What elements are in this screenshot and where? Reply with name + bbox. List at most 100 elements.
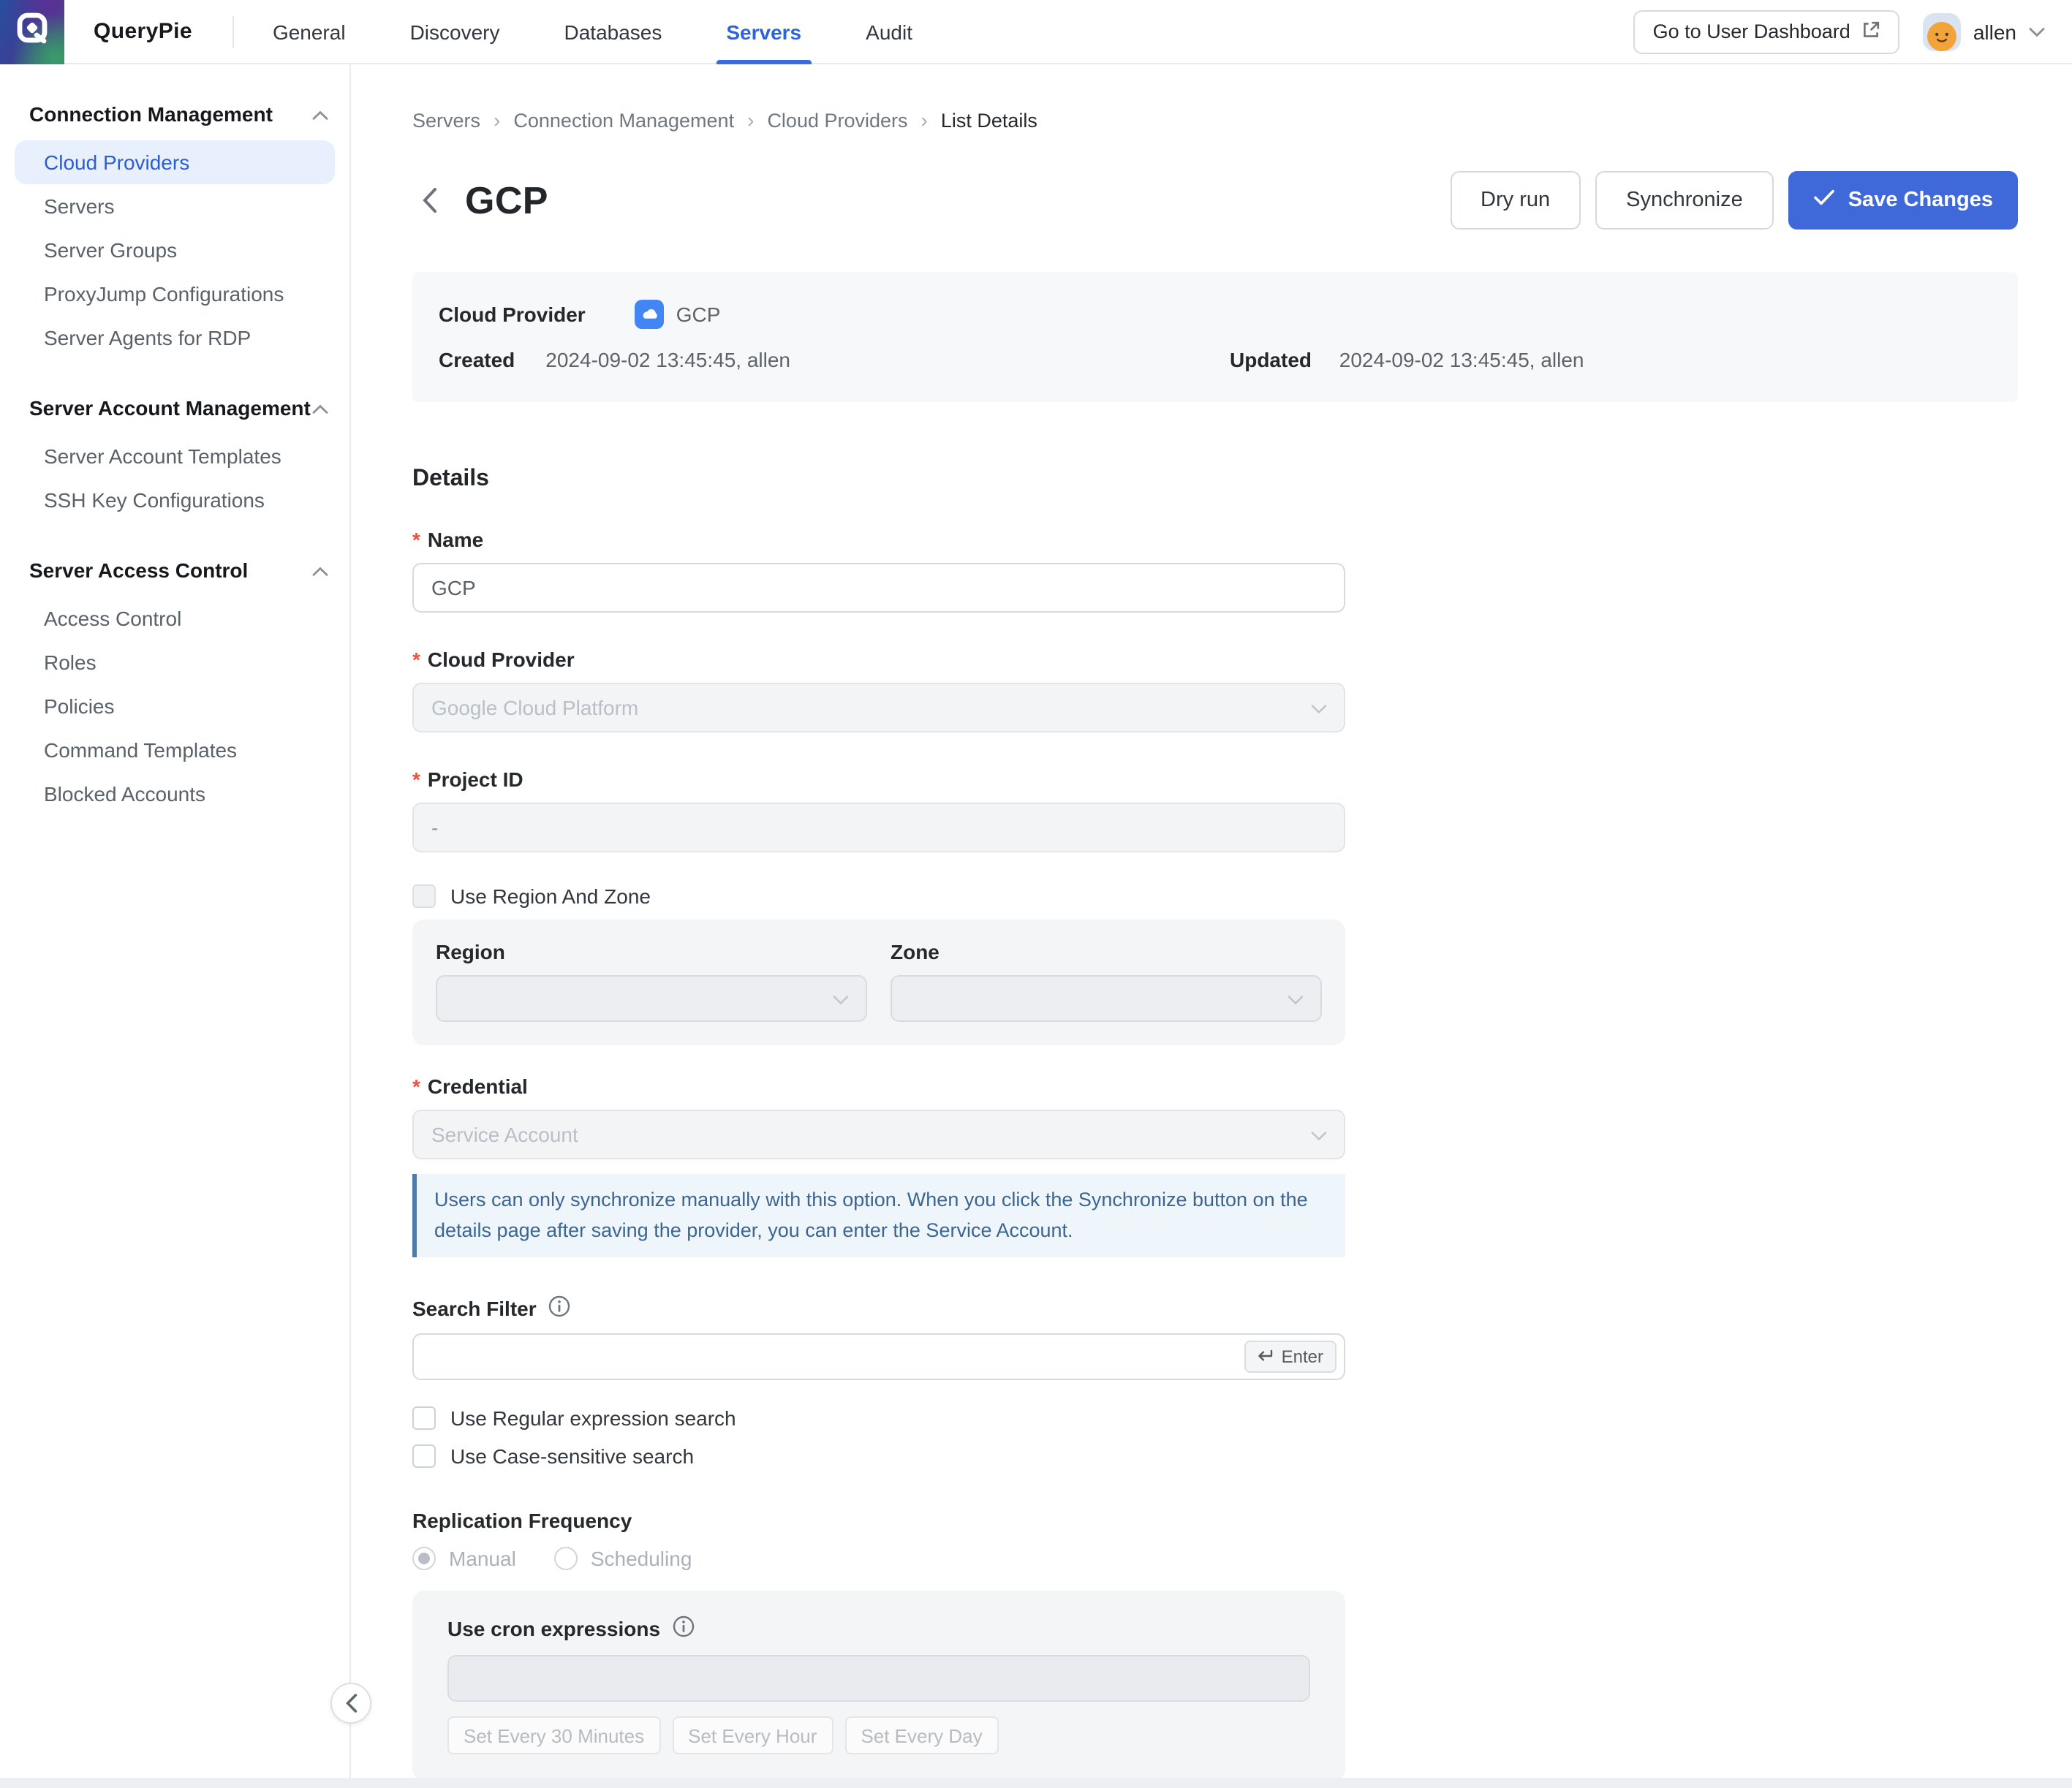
- querypie-logo[interactable]: [0, 0, 64, 64]
- sidebar-item-blocked-accounts[interactable]: Blocked Accounts: [15, 772, 335, 816]
- summary-created-label: Created: [439, 348, 515, 371]
- set-every-30-minutes-button: Set Every 30 Minutes: [447, 1716, 660, 1754]
- sidebar-item-servers[interactable]: Servers: [15, 184, 335, 228]
- sidebar-item-policies[interactable]: Policies: [15, 684, 335, 728]
- breadcrumb-list-details: List Details: [941, 109, 1037, 131]
- credential-note: Users can only synchronize manually with…: [412, 1174, 1345, 1257]
- cloud-provider-label: * Cloud Provider: [412, 648, 1345, 671]
- info-icon[interactable]: [548, 1295, 570, 1322]
- sidebar-item-server-account-templates[interactable]: Server Account Templates: [15, 434, 335, 478]
- use-region-zone-row: Use Region And Zone: [412, 884, 1345, 908]
- save-changes-button[interactable]: Save Changes: [1788, 171, 2018, 230]
- breadcrumb-separator: ›: [494, 108, 500, 132]
- sidebar-header-label: Server Access Control: [29, 558, 248, 582]
- sidebar-collapse-button[interactable]: [330, 1683, 371, 1724]
- regex-search-label: Use Regular expression search: [450, 1406, 736, 1430]
- credential-label: * Credential: [412, 1075, 1345, 1098]
- summary-provider-row: Cloud Provider GCP: [439, 300, 1992, 329]
- search-filter-input[interactable]: [412, 1333, 1345, 1380]
- enter-hint-badge: Enter: [1245, 1341, 1336, 1373]
- required-asterisk: *: [412, 648, 420, 671]
- credential-select-value: Service Account: [431, 1123, 578, 1146]
- radio-unselected-icon: [554, 1547, 578, 1570]
- header-divider: [233, 15, 235, 48]
- breadcrumb-servers[interactable]: Servers: [412, 109, 480, 131]
- user-menu[interactable]: allen: [1924, 12, 2046, 50]
- sidebar-header-server-access-control[interactable]: Server Access Control: [0, 550, 349, 591]
- external-link-icon: [1862, 20, 1881, 43]
- credential-label-text: Credential: [428, 1075, 528, 1098]
- app-window: QueryPie General Discovery Databases Ser…: [0, 0, 2072, 1788]
- sidebar-item-access-control[interactable]: Access Control: [15, 596, 335, 640]
- sidebar-section-connection-management: Connection Management Cloud Providers Se…: [0, 94, 349, 360]
- brand-name: QueryPie: [94, 19, 192, 44]
- summary-updated-value: 2024-09-02 13:45:45, allen: [1339, 348, 1584, 371]
- search-filter-label-row: Search Filter: [412, 1295, 1345, 1322]
- sidebar-item-server-groups[interactable]: Server Groups: [15, 228, 335, 272]
- bottom-strip: [0, 1778, 2072, 1788]
- sidebar-item-proxyjump-configurations[interactable]: ProxyJump Configurations: [15, 272, 335, 316]
- nav-discovery[interactable]: Discovery: [410, 0, 500, 64]
- nav-audit[interactable]: Audit: [866, 0, 912, 64]
- replication-radio-group: Manual Scheduling: [412, 1547, 1345, 1570]
- sidebar-item-cloud-providers[interactable]: Cloud Providers: [15, 140, 335, 184]
- nav-servers[interactable]: Servers: [726, 0, 801, 64]
- summary-created-value: 2024-09-02 13:45:45, allen: [545, 348, 790, 371]
- summary-provider-chip: GCP: [635, 300, 721, 329]
- case-sensitive-checkbox[interactable]: [412, 1444, 436, 1468]
- go-to-user-dashboard-button[interactable]: Go to User Dashboard: [1634, 10, 1900, 53]
- required-asterisk: *: [412, 528, 420, 551]
- cron-panel: Use cron expressions Set Every 30 Minute…: [412, 1591, 1345, 1778]
- synchronize-button[interactable]: Synchronize: [1595, 171, 1774, 230]
- breadcrumb-connection-management[interactable]: Connection Management: [513, 109, 734, 131]
- regex-search-checkbox[interactable]: [412, 1406, 436, 1430]
- credential-select: Service Account: [412, 1110, 1345, 1159]
- cloud-provider-select-value: Google Cloud Platform: [431, 696, 638, 719]
- summary-provider-label: Cloud Provider: [439, 303, 586, 326]
- name-label: * Name: [412, 528, 1345, 551]
- chevron-up-icon: [311, 558, 329, 582]
- enter-hint-label: Enter: [1282, 1346, 1323, 1367]
- use-region-zone-checkbox[interactable]: [412, 884, 436, 908]
- sidebar-header-server-account-management[interactable]: Server Account Management: [0, 387, 349, 428]
- sidebar-section-server-account-management: Server Account Management Server Account…: [0, 387, 349, 522]
- nav-databases[interactable]: Databases: [564, 0, 662, 64]
- back-button[interactable]: [412, 181, 447, 219]
- breadcrumb: Servers › Connection Management › Cloud …: [412, 108, 2018, 132]
- nav-general[interactable]: General: [273, 0, 346, 64]
- case-sensitive-label: Use Case-sensitive search: [450, 1444, 694, 1468]
- zone-label: Zone: [891, 940, 1322, 963]
- sidebar-item-roles[interactable]: Roles: [15, 640, 335, 684]
- cloud-provider-label-text: Cloud Provider: [428, 648, 575, 671]
- chevron-up-icon: [311, 102, 329, 126]
- set-every-hour-button: Set Every Hour: [672, 1716, 833, 1754]
- querypie-logo-icon: [13, 9, 51, 54]
- replication-manual-option[interactable]: Manual: [412, 1547, 516, 1570]
- go-to-user-dashboard-label: Go to User Dashboard: [1653, 20, 1850, 42]
- header-right: Go to User Dashboard: [1634, 10, 2072, 53]
- cron-label-row: Use cron expressions: [447, 1615, 1310, 1642]
- region-select: [436, 975, 867, 1022]
- project-id-input: -: [412, 803, 1345, 852]
- check-icon: [1813, 189, 1835, 212]
- required-asterisk: *: [412, 1075, 420, 1098]
- return-key-icon: [1258, 1346, 1274, 1367]
- project-id-label-text: Project ID: [428, 768, 523, 791]
- zone-select: [891, 975, 1322, 1022]
- info-icon[interactable]: [672, 1615, 694, 1642]
- search-filter-wrap: Enter: [412, 1333, 1345, 1380]
- sidebar-header-connection-management[interactable]: Connection Management: [0, 94, 349, 135]
- required-asterisk: *: [412, 768, 420, 791]
- replication-scheduling-option[interactable]: Scheduling: [554, 1547, 692, 1570]
- avatar: [1924, 12, 1962, 50]
- sidebar-item-command-templates[interactable]: Command Templates: [15, 728, 335, 772]
- user-chevron-down-icon: [2028, 18, 2046, 45]
- sidebar: Connection Management Cloud Providers Se…: [0, 64, 351, 1778]
- sidebar-item-server-agents-for-rdp[interactable]: Server Agents for RDP: [15, 316, 335, 360]
- breadcrumb-cloud-providers[interactable]: Cloud Providers: [767, 109, 907, 131]
- summary-created: Created 2024-09-02 13:45:45, allen: [439, 348, 1230, 371]
- main-nav: General Discovery Databases Servers Audi…: [273, 0, 912, 64]
- dry-run-button[interactable]: Dry run: [1450, 171, 1581, 230]
- name-input[interactable]: [412, 563, 1345, 613]
- sidebar-item-ssh-key-configurations[interactable]: SSH Key Configurations: [15, 478, 335, 522]
